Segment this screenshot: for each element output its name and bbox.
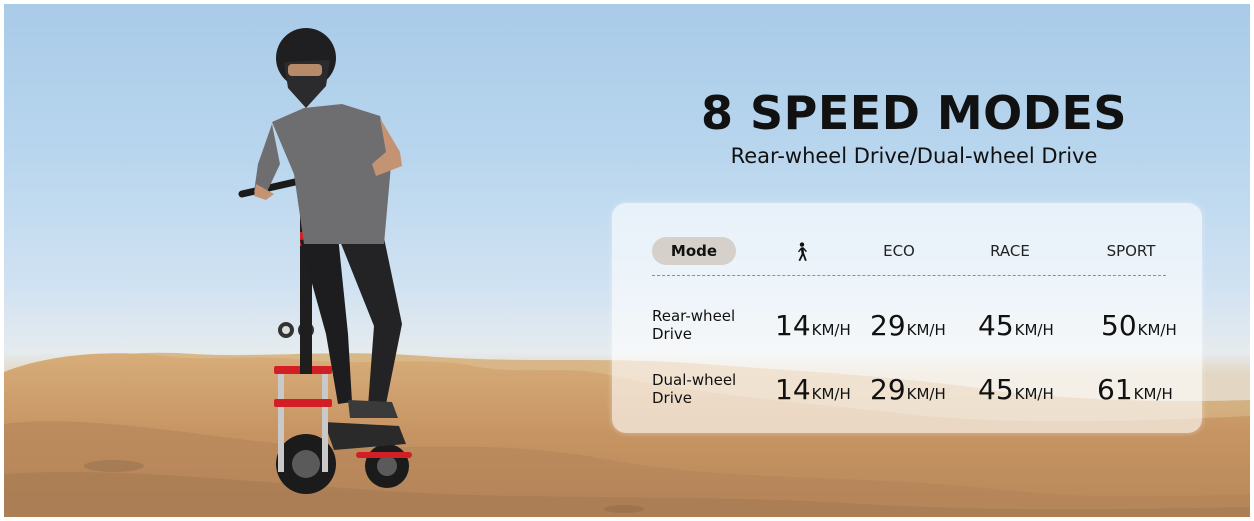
speed-value: 14KM/H xyxy=(775,309,851,342)
speed-value: 14KM/H xyxy=(775,373,851,406)
speed-value: 61KM/H xyxy=(1097,373,1173,406)
speed-value: 50KM/H xyxy=(1101,309,1177,342)
column-header-eco: ECO xyxy=(883,242,915,260)
row-label: Dual-wheel Drive xyxy=(652,371,737,407)
subheadline: Rear-wheel Drive/Dual-wheel Drive xyxy=(730,144,1098,168)
table-row: Rear-wheel Drive 14KM/H 29KM/H 45KM/H 50… xyxy=(612,301,1202,351)
row-label: Rear-wheel Drive xyxy=(652,307,736,343)
hero-banner: 8 SPEED MODES Rear-wheel Drive/Dual-whee… xyxy=(4,4,1250,517)
speed-value: 45KM/H xyxy=(978,373,1054,406)
table-row: Dual-wheel Drive 14KM/H 29KM/H 45KM/H 61… xyxy=(612,365,1202,415)
column-header-race: RACE xyxy=(990,242,1030,260)
table-divider xyxy=(652,275,1166,276)
headline: 8 SPEED MODES xyxy=(700,86,1128,140)
speed-value: 29KM/H xyxy=(870,373,946,406)
column-header-sport: SPORT xyxy=(1106,242,1156,260)
speed-value: 29KM/H xyxy=(870,309,946,342)
speed-mode-table: Mode ECO RACE SPORT Rear-wheel Drive 14K… xyxy=(612,203,1202,433)
speed-value: 45KM/H xyxy=(978,309,1054,342)
table-header-row: Mode ECO RACE SPORT xyxy=(612,237,1202,267)
mode-header-pill: Mode xyxy=(652,237,736,265)
walking-person-icon xyxy=(798,242,807,261)
